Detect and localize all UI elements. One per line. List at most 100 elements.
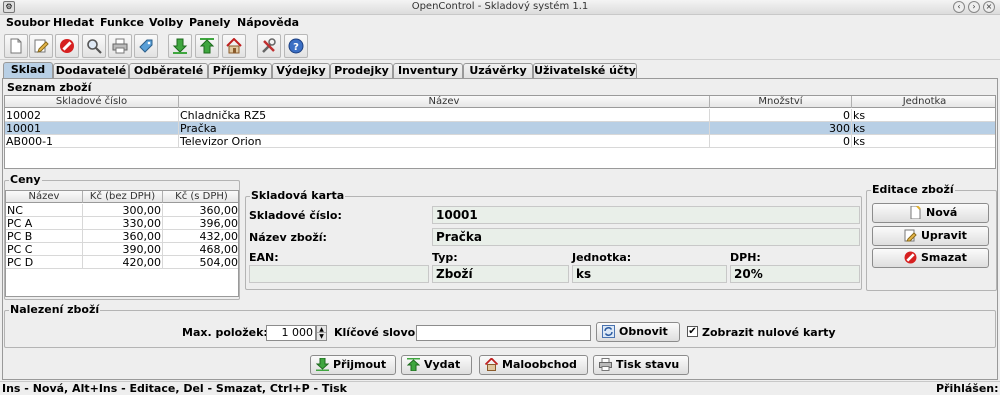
price-row[interactable]: PC A 330,00 396,00 <box>6 217 238 230</box>
menu-napoveda[interactable]: Nápověda <box>237 16 299 29</box>
tab-prodejky[interactable]: Prodejky <box>330 63 393 79</box>
search-icon <box>86 38 102 54</box>
spinner-up-icon[interactable]: ▲ <box>317 326 326 333</box>
upravit-button[interactable]: Upravit <box>872 226 989 246</box>
karta-typ-value: Zboží <box>432 265 569 283</box>
home-button[interactable] <box>222 34 246 58</box>
karta-dph-value: 20% <box>730 265 860 283</box>
print-button[interactable] <box>108 34 132 58</box>
col-skladove-cislo[interactable]: Skladové číslo <box>5 96 179 108</box>
price-cell: NC <box>6 204 83 217</box>
print-icon <box>112 38 128 54</box>
table-row[interactable]: 10001 Pračka 300 ks <box>5 122 995 135</box>
menu-soubor[interactable]: Soubor <box>6 16 50 29</box>
col-jednotka[interactable]: Jednotka <box>852 96 995 108</box>
menu-volby[interactable]: Volby <box>149 16 183 29</box>
minimize-icon[interactable]: ‹ <box>953 1 965 13</box>
price-row[interactable]: PC C 390,00 468,00 <box>6 243 238 256</box>
print-icon <box>599 358 612 371</box>
max-polozek-label: Max. položek: <box>182 326 268 339</box>
karta-dph-label: DPH: <box>730 251 761 264</box>
table-cell-cislo: AB000-1 <box>5 135 179 148</box>
max-polozek-spinner[interactable]: ▲ ▼ <box>316 325 327 341</box>
seznam-title: Seznam zboží <box>7 81 92 94</box>
menu-funkce[interactable]: Funkce <box>100 16 144 29</box>
smazat-button[interactable]: Smazat <box>872 248 989 268</box>
toolbar: ? <box>0 32 1000 60</box>
tab-uzaverky[interactable]: Uzávěrky <box>463 63 533 79</box>
table-cell-mnozstvi: 300 <box>710 122 852 135</box>
tisk-stavu-button[interactable]: Tisk stavu <box>593 355 689 375</box>
spinner-down-icon[interactable]: ▼ <box>317 333 326 340</box>
edit-button[interactable] <box>29 34 53 58</box>
cancel-icon <box>59 38 75 54</box>
new-document-icon <box>8 38 24 54</box>
search-button[interactable] <box>82 34 106 58</box>
tab-vydejky[interactable]: Výdejky <box>272 63 330 79</box>
new-button[interactable] <box>4 34 28 58</box>
col-mnozstvi[interactable]: Množství <box>710 96 852 108</box>
col-cena-nazev[interactable]: Název <box>6 191 83 203</box>
goods-table-header: Skladové číslo Název Množství Jednotka <box>5 96 995 108</box>
price-row[interactable]: NC 300,00 360,00 <box>6 204 238 217</box>
help-icon: ? <box>288 38 304 54</box>
tab-inventury[interactable]: Inventury <box>393 63 463 79</box>
tag-icon <box>138 38 154 54</box>
menu-panely[interactable]: Panely <box>189 16 230 29</box>
karta-title: Skladová karta <box>250 189 346 202</box>
table-row[interactable]: 10002 Chladnička RZ5 0 ks <box>5 109 995 122</box>
tab-uzivatelske-ucty[interactable]: Uživatelské účty <box>533 63 637 79</box>
price-row[interactable]: PC B 360,00 432,00 <box>6 230 238 243</box>
prices-table[interactable]: Název Kč (bez DPH) Kč (s DPH) NC 300,00 36… <box>5 190 239 297</box>
nova-button[interactable]: Nová <box>872 203 989 223</box>
price-cell: PC B <box>6 230 83 243</box>
home-icon <box>484 357 499 371</box>
tools-button[interactable] <box>257 34 281 58</box>
title-bar: ⚙ OpenControl - Skladový systém 1.1 ‹ › … <box>0 0 1000 15</box>
import-icon <box>315 357 330 371</box>
tab-dodavatele[interactable]: Dodavatelé <box>53 63 129 79</box>
help-button[interactable]: ? <box>284 34 308 58</box>
editace-title: Editace zboží <box>871 183 955 196</box>
klicove-slovo-input[interactable] <box>416 325 591 341</box>
vydat-button[interactable]: Vydat <box>401 355 472 375</box>
delete-button[interactable] <box>55 34 79 58</box>
table-cell-nazev: Pračka <box>179 122 710 135</box>
new-document-icon <box>909 205 922 220</box>
tag-button[interactable] <box>134 34 158 58</box>
table-cell-mnozstvi: 0 <box>710 109 852 122</box>
status-bar: Ins - Nová, Alt+Ins - Editace, Del - Sma… <box>0 381 1000 395</box>
edit-icon <box>904 229 917 242</box>
max-polozek-input[interactable]: 1 000 <box>266 325 316 341</box>
tab-prijemky[interactable]: Příjemky <box>208 63 272 79</box>
prijmout-button[interactable]: Přijmout <box>310 355 396 375</box>
nulove-karty-checkbox[interactable]: ✔ <box>687 326 698 337</box>
goods-table[interactable]: Skladové číslo Název Množství Jednotka 1… <box>4 95 996 169</box>
maloobchod-button[interactable]: Maloobchod <box>479 355 588 375</box>
price-cell: 360,00 <box>163 204 239 217</box>
table-cell-jednotka: ks <box>852 109 995 122</box>
price-cell: 360,00 <box>83 230 163 243</box>
status-user: Přihlášen: <box>936 382 999 395</box>
obnovit-button[interactable]: Obnovit <box>596 322 680 342</box>
menu-hledat[interactable]: Hledat <box>53 16 94 29</box>
price-cell: PC D <box>6 256 83 269</box>
tab-bar: Sklad Dodavatelé Odběratelé Příjemky Výd… <box>0 62 1000 79</box>
tab-odberatele[interactable]: Odběratelé <box>129 63 208 79</box>
karta-jednotka-label: Jednotka: <box>572 251 632 264</box>
price-cell: 330,00 <box>83 217 163 230</box>
col-s-dph[interactable]: Kč (s DPH) <box>163 191 238 203</box>
tab-sklad[interactable]: Sklad <box>3 62 53 79</box>
price-row[interactable]: PC D 420,00 504,00 <box>6 256 238 269</box>
nulove-karty-label[interactable]: Zobrazit nulové karty <box>702 326 836 339</box>
close-icon[interactable]: × <box>983 1 995 13</box>
maximize-icon[interactable]: › <box>968 1 980 13</box>
col-nazev[interactable]: Název <box>179 96 710 108</box>
table-cell-jednotka: ks <box>852 122 995 135</box>
import-button[interactable] <box>168 34 192 58</box>
col-bez-dph[interactable]: Kč (bez DPH) <box>83 191 163 203</box>
cancel-icon <box>904 251 917 264</box>
price-cell: 396,00 <box>163 217 239 230</box>
table-row[interactable]: AB000-1 Televizor Orion 0 ks <box>5 135 995 148</box>
export-button[interactable] <box>195 34 219 58</box>
